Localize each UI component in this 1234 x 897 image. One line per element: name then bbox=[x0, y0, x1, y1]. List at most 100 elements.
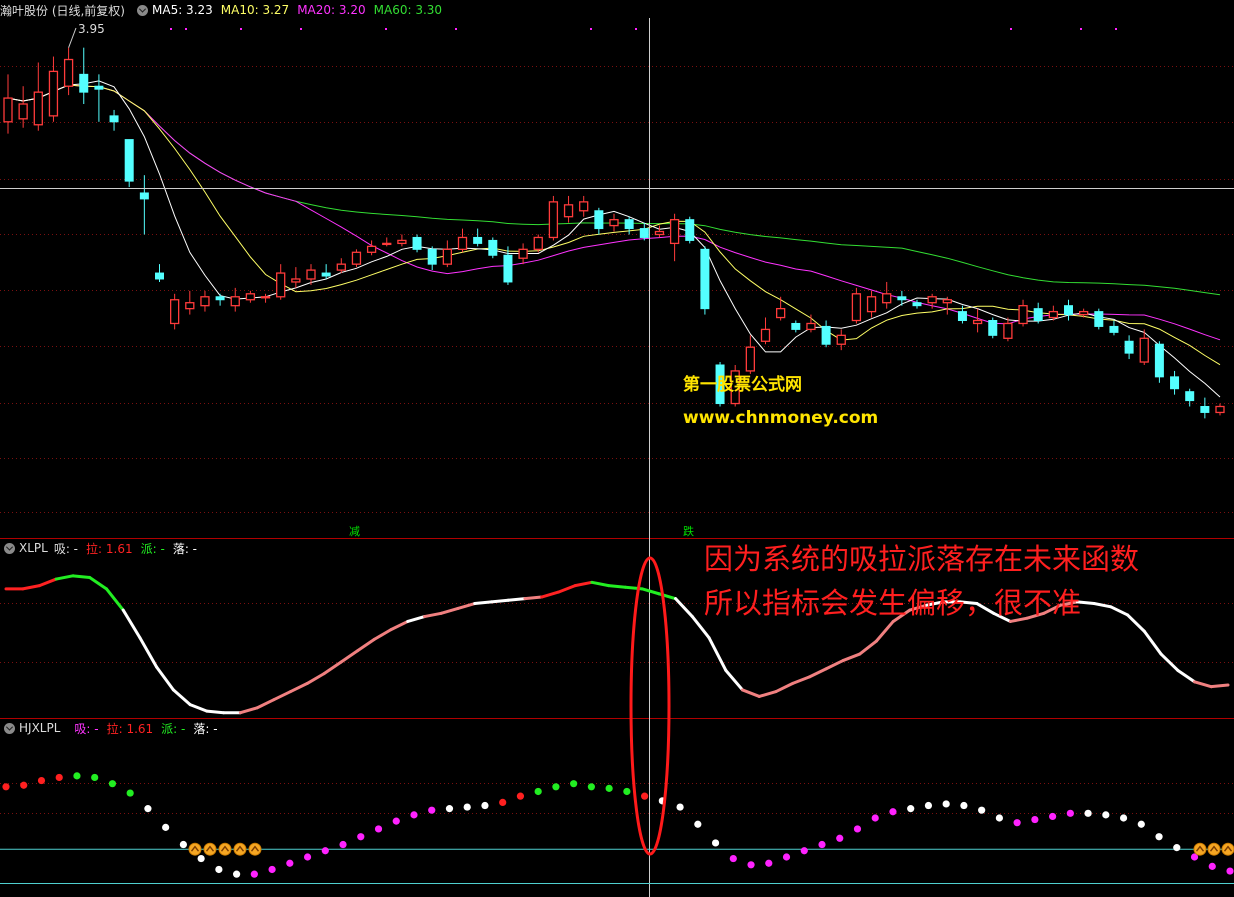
candle-body bbox=[1109, 325, 1119, 333]
hjxlpl-dot bbox=[91, 773, 99, 782]
candle-body bbox=[276, 272, 286, 298]
candle-body bbox=[851, 293, 862, 322]
xlpl-segment bbox=[121, 608, 142, 640]
candle-body bbox=[927, 296, 937, 304]
candle-body bbox=[1064, 305, 1073, 316]
xlpl-segment bbox=[456, 602, 477, 610]
xlpl-segment bbox=[1176, 668, 1197, 684]
candle-body bbox=[988, 320, 998, 336]
annotation-line-2: 所以指标会发生偏移，很不准 bbox=[704, 586, 1082, 620]
hjxlpl-dot bbox=[162, 823, 170, 831]
hjxlpl-dot bbox=[73, 772, 81, 780]
xlpl-pai: 派: - bbox=[140, 541, 165, 556]
candle-body bbox=[1018, 305, 1028, 325]
hjxlpl-dot bbox=[623, 787, 631, 796]
hjxlpl-dot bbox=[268, 865, 276, 874]
hjxlpl-dot bbox=[1155, 833, 1163, 841]
candle-body bbox=[1003, 322, 1013, 339]
hjxlpl-dot bbox=[871, 814, 879, 822]
hjxlpl-dot bbox=[782, 853, 791, 861]
xlpl-segment bbox=[339, 649, 360, 664]
candle-body bbox=[912, 302, 922, 307]
signal-tick bbox=[170, 28, 172, 30]
hjxlpl-dot bbox=[836, 834, 844, 842]
candle-body bbox=[1185, 391, 1195, 402]
xlpl-segment bbox=[372, 628, 393, 641]
candle-body bbox=[685, 219, 695, 241]
candle-body bbox=[1139, 337, 1149, 363]
candle-body bbox=[18, 103, 28, 120]
candle-body bbox=[609, 219, 619, 227]
candle-body bbox=[488, 239, 498, 256]
hjxlpl-dot bbox=[481, 801, 489, 810]
xlpl-segment bbox=[1209, 683, 1230, 689]
xlpl-segment bbox=[573, 580, 594, 588]
xlpl-segment bbox=[205, 709, 226, 715]
candle-body bbox=[260, 296, 271, 299]
hjxlpl-dot bbox=[853, 825, 862, 833]
candle-body bbox=[897, 296, 907, 301]
xlpl-segment bbox=[1126, 613, 1146, 633]
xlpl-segment bbox=[506, 597, 527, 602]
candle-body bbox=[745, 346, 755, 372]
xlpl-segment bbox=[1193, 680, 1213, 689]
xlpl-segment bbox=[590, 580, 611, 588]
hjxlpl-dot bbox=[1137, 820, 1145, 828]
hjxlpl-dot bbox=[144, 805, 152, 813]
xlpl-segment bbox=[808, 667, 828, 679]
hjxlpl-dot bbox=[303, 853, 312, 861]
candle-body bbox=[654, 230, 665, 236]
hjxlpl-dot bbox=[445, 805, 454, 813]
xlpl-segment bbox=[21, 584, 41, 591]
candle-body bbox=[776, 307, 786, 319]
candle-body bbox=[382, 242, 392, 246]
buy-badge-icon bbox=[218, 842, 232, 856]
xlpl-la: 拉: 1.61 bbox=[86, 541, 133, 556]
candle-body bbox=[639, 228, 649, 238]
xlpl-segment bbox=[1109, 605, 1130, 617]
hjxlpl-dot bbox=[20, 781, 28, 789]
hjxlpl-dot bbox=[516, 792, 525, 800]
candle-body bbox=[366, 245, 377, 253]
xlpl-segment bbox=[473, 600, 493, 606]
xlpl-segment bbox=[489, 598, 510, 604]
hjxlpl-panel-header: HJXLPL 吸: - 拉: 1.61 派: - 落: - bbox=[0, 719, 226, 737]
xlpl-segment bbox=[791, 675, 812, 685]
candle-body bbox=[669, 219, 680, 245]
candle-body bbox=[972, 319, 983, 325]
hjxlpl-dot bbox=[765, 859, 773, 867]
hjxlpl-dot bbox=[286, 859, 294, 867]
hjxlpl-dot bbox=[747, 861, 755, 869]
hjxlpl-dot bbox=[126, 789, 134, 797]
hjxlpl-dot bbox=[800, 847, 808, 855]
xlpl-segment bbox=[104, 587, 125, 612]
stock-title: 瀚叶股份 (日线,前复权) bbox=[0, 3, 125, 18]
watermark-site-name: 第一股票公式网 bbox=[683, 375, 802, 395]
die-marker: 跌 bbox=[683, 525, 694, 538]
xlpl-settings-icon[interactable] bbox=[4, 542, 15, 554]
hjxlpl-dot bbox=[499, 798, 507, 807]
hjxlpl-dot bbox=[339, 840, 347, 849]
candle-body bbox=[155, 272, 164, 280]
xlpl-segment bbox=[155, 665, 175, 692]
hjxlpl-dot bbox=[605, 784, 613, 792]
hjxlpl-settings-icon[interactable] bbox=[4, 722, 15, 734]
candle-body bbox=[79, 73, 89, 93]
candle-body bbox=[806, 322, 816, 331]
candle-body bbox=[412, 236, 422, 250]
candle-body bbox=[63, 58, 74, 87]
chart-canvas bbox=[0, 18, 1234, 897]
hjxlpl-dot bbox=[1084, 809, 1092, 817]
candle-body bbox=[957, 311, 967, 322]
candle-body bbox=[579, 201, 589, 212]
hjxlpl-dot bbox=[1013, 819, 1021, 827]
candle-body bbox=[336, 263, 346, 271]
candle-body bbox=[1215, 405, 1225, 414]
xlpl-segment bbox=[640, 587, 661, 596]
xlpl-segment bbox=[674, 597, 694, 619]
candle-body bbox=[700, 248, 710, 310]
xlpl-segment bbox=[523, 595, 544, 601]
buy-badge-icon bbox=[233, 842, 247, 856]
candle-body bbox=[109, 115, 119, 123]
indicator-settings-icon[interactable] bbox=[137, 4, 148, 16]
